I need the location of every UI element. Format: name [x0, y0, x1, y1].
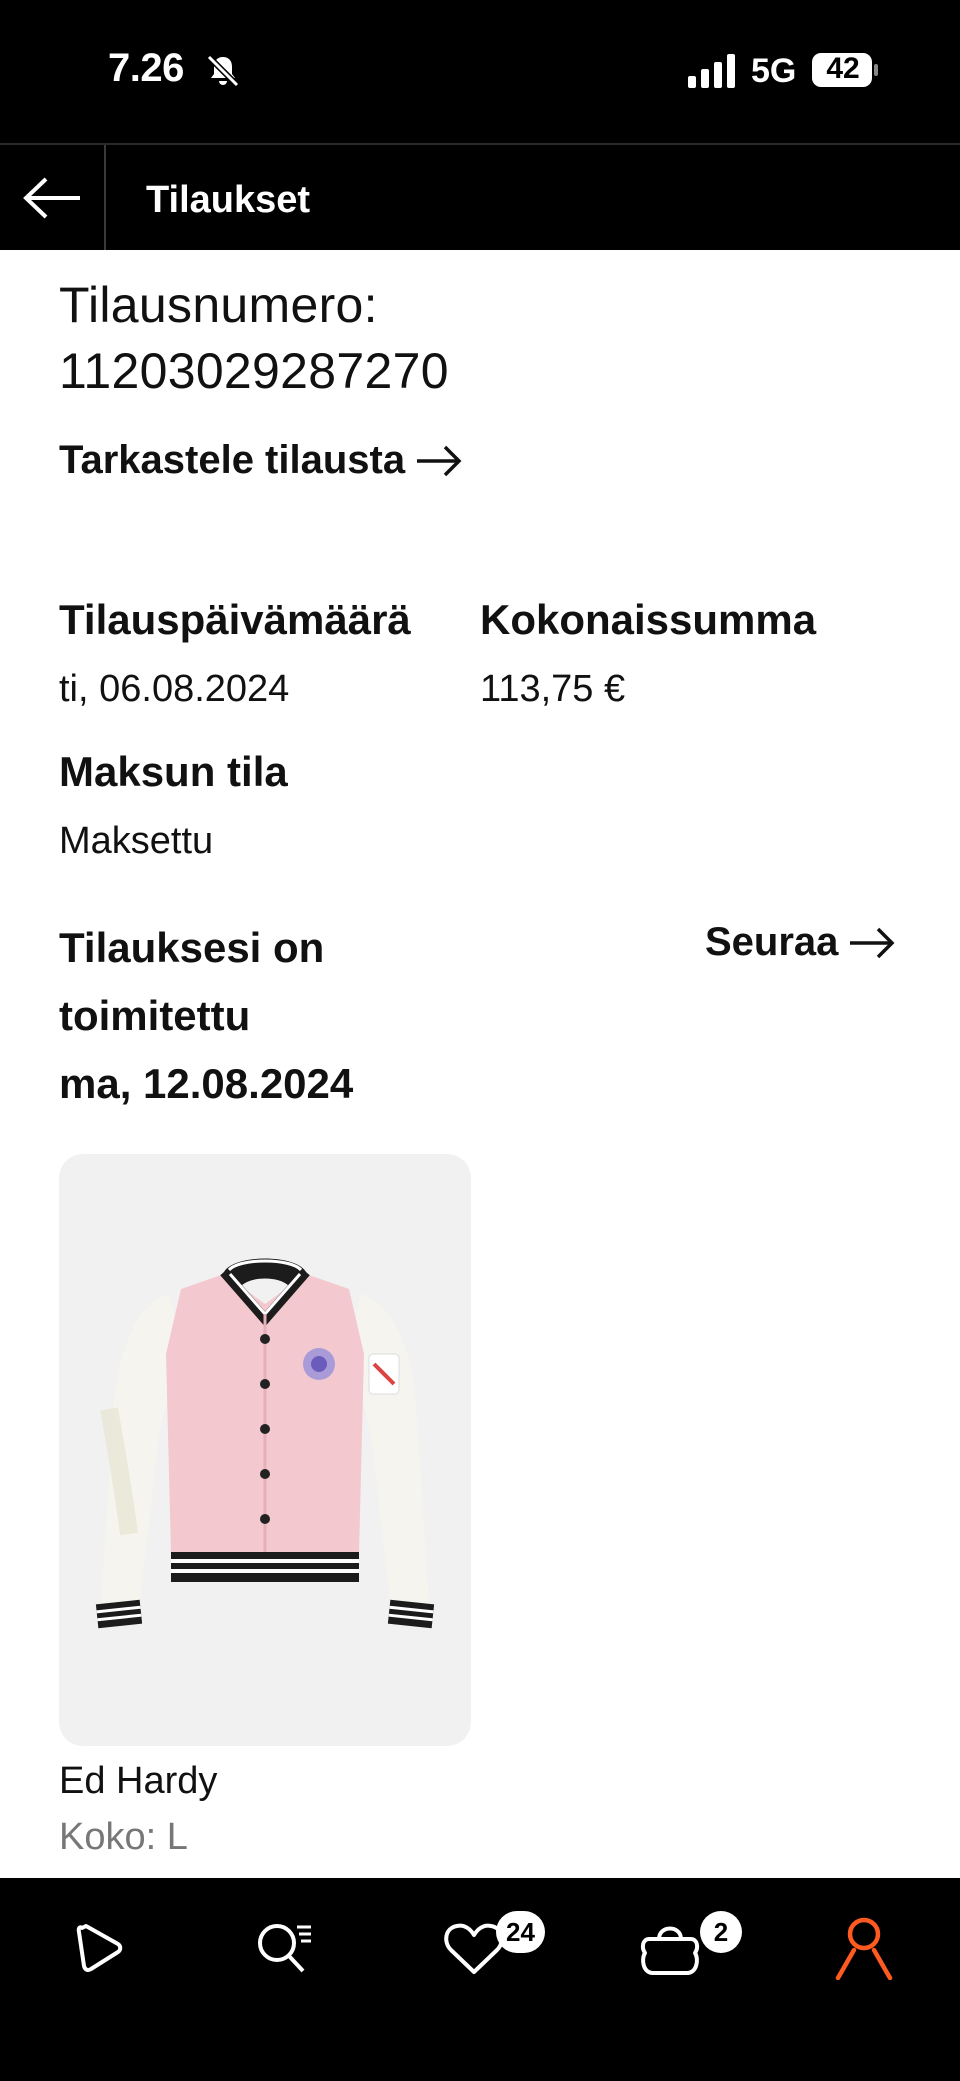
delivery-date: ma, 12.08.2024	[59, 1060, 354, 1107]
bag-count-badge: 2	[700, 1911, 742, 1953]
tab-profile[interactable]	[824, 1908, 904, 1988]
profile-icon	[835, 1917, 893, 1980]
track-label: Seuraa	[705, 920, 839, 964]
bell-muted-icon	[206, 54, 240, 88]
delivery-status-line2: toimitettu	[59, 992, 251, 1039]
status-bar: 7.26 5G 42	[0, 0, 960, 143]
delivery-status: Tilauksesi on toimitettu ma, 12.08.2024	[59, 914, 579, 1118]
order-number: 11203029287270	[59, 343, 449, 399]
payment-status-label: Maksun tila	[59, 748, 288, 795]
total-value: 113,75 €	[480, 668, 626, 710]
product-image	[95, 1258, 435, 1629]
order-number-block: Tilausnumero: 11203029287270	[59, 272, 449, 404]
tab-bag[interactable]	[630, 1908, 710, 1988]
payment-status-value: Maksettu	[59, 820, 214, 862]
delivery-status-line1: Tilauksesi on	[59, 924, 325, 971]
network-label: 5G	[751, 52, 797, 90]
order-date-value: ti, 06.08.2024	[59, 668, 290, 710]
search-icon	[258, 1924, 311, 1973]
status-time: 7.26	[108, 46, 184, 90]
bag-icon	[640, 1926, 700, 1975]
arrow-right-icon	[850, 927, 895, 958]
tab-search[interactable]	[246, 1908, 326, 1988]
view-order-label: Tarkastele tilausta	[59, 438, 406, 482]
nav-bar: Tilaukset	[0, 143, 960, 250]
total-label: Kokonaissumma	[480, 596, 817, 643]
arrow-right-icon	[417, 445, 462, 476]
view-order-link[interactable]: Tarkastele tilausta	[59, 438, 463, 483]
battery-level: 42	[826, 52, 860, 85]
favorites-count-badge: 24	[496, 1911, 545, 1953]
tab-bar: 24 2	[0, 1878, 960, 2081]
product-size: Koko: L	[59, 1816, 188, 1858]
back-button[interactable]	[0, 145, 106, 250]
tab-play[interactable]	[58, 1908, 138, 1988]
product-brand: Ed Hardy	[59, 1760, 218, 1802]
order-number-label: Tilausnumero:	[59, 277, 378, 333]
play-icon	[76, 1924, 123, 1972]
product-card[interactable]	[59, 1154, 471, 1746]
track-link[interactable]: Seuraa	[705, 920, 896, 965]
nav-title: Tilaukset	[146, 179, 311, 221]
arrow-left-icon	[23, 177, 80, 218]
order-date-label: Tilauspäivämäärä	[59, 596, 411, 643]
signal-icon	[688, 54, 735, 88]
